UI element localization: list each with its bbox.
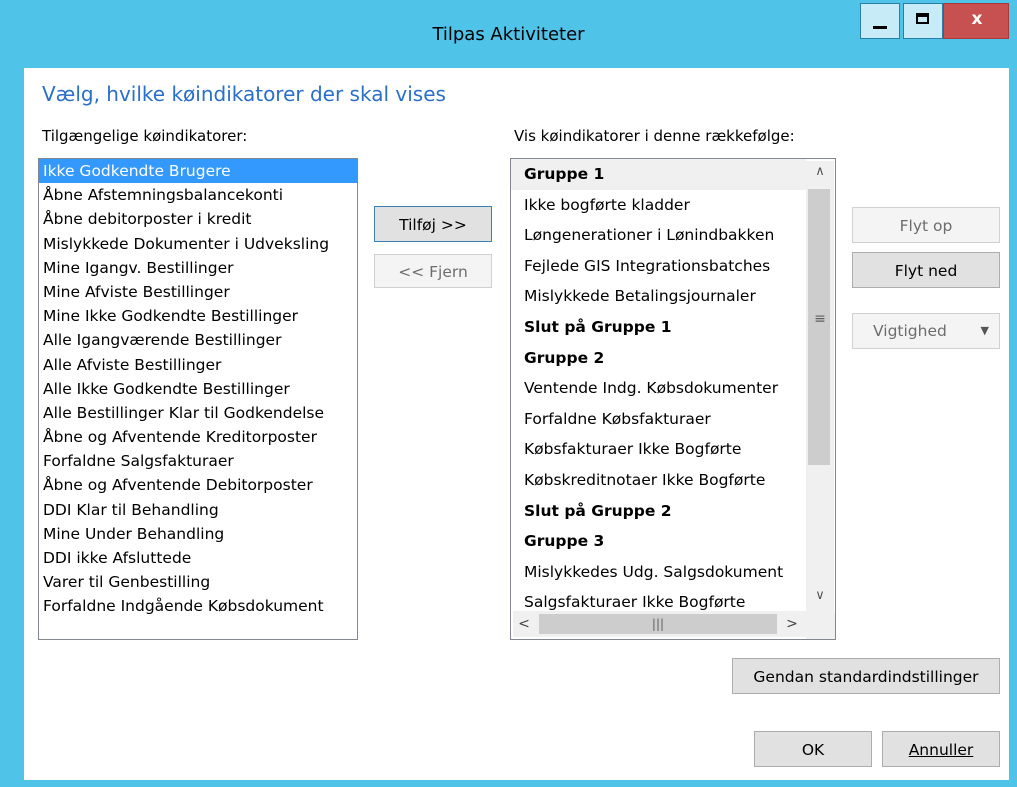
available-list-item[interactable]: Alle Afviste Bestillinger — [39, 353, 357, 377]
available-list-item[interactable]: Åbne og Afventende Debitorposter — [39, 473, 357, 497]
order-list-item[interactable]: Købsfakturaer Ikke Bogførte — [511, 434, 806, 465]
available-label: Tilgængelige køindikatorer: — [42, 127, 248, 145]
order-list-item[interactable]: Mislykkedes Udg. Salgsdokument — [511, 557, 806, 588]
available-list-item[interactable]: Forfaldne Indgående Købsdokument — [39, 594, 357, 618]
remove-button[interactable]: << Fjern — [374, 254, 492, 288]
minimize-icon — [873, 26, 887, 29]
maximize-icon — [916, 13, 929, 24]
order-list-item[interactable]: Fejlede GIS Integrationsbatches — [511, 251, 806, 282]
scroll-grip-icon: ≡ — [814, 311, 826, 327]
order-list-item[interactable]: Købskreditnotaer Ikke Bogførte — [511, 465, 806, 496]
scroll-up-icon[interactable]: ∧ — [806, 161, 834, 183]
available-list-item[interactable]: Mine Ikke Godkendte Bestillinger — [39, 304, 357, 328]
available-list-item[interactable]: Alle Bestillinger Klar til Godkendelse — [39, 401, 357, 425]
available-list-item[interactable]: Mine Igangv. Bestillinger — [39, 256, 357, 280]
move-down-button[interactable]: Flyt ned — [852, 252, 1000, 288]
order-group-item[interactable]: Gruppe 1 — [511, 159, 806, 190]
available-list-item[interactable]: Forfaldne Salgsfakturaer — [39, 449, 357, 473]
maximize-button[interactable] — [903, 3, 943, 39]
scroll-right-icon[interactable]: > — [781, 611, 803, 637]
scroll-left-icon[interactable]: < — [513, 611, 535, 637]
available-list-item[interactable]: Varer til Genbestilling — [39, 570, 357, 594]
move-up-button[interactable]: Flyt op — [852, 207, 1000, 243]
hscroll-grip-icon: ||| — [651, 617, 665, 631]
available-list-item[interactable]: Mine Afviste Bestillinger — [39, 280, 357, 304]
order-label: Vis køindikatorer i denne rækkefølge: — [514, 127, 795, 145]
available-list-item[interactable]: DDI Klar til Behandling — [39, 498, 357, 522]
available-list-item[interactable]: Åbne debitorposter i kredit — [39, 207, 357, 231]
priority-dropdown[interactable]: Vigtighed ▼ — [852, 313, 1000, 349]
order-list-viewport: Gruppe 1 Ikke bogførte kladder Løngenerati… — [511, 159, 806, 613]
available-list-item[interactable]: Alle Ikke Godkendte Bestillinger — [39, 377, 357, 401]
available-listbox[interactable]: Ikke Godkendte Brugere Åbne Afstemningsba… — [38, 158, 358, 640]
available-list-item[interactable]: Åbne og Afventende Kreditorposter — [39, 425, 357, 449]
horizontal-scroll-thumb[interactable]: ||| — [539, 614, 777, 634]
dialog-heading: Vælg, hvilke køindikatorer der skal vise… — [42, 82, 446, 106]
vertical-scroll-thumb[interactable] — [808, 189, 830, 465]
horizontal-scrollbar[interactable]: < ||| > — [513, 611, 806, 637]
order-list-item[interactable]: Forfaldne Købsfakturaer — [511, 404, 806, 435]
title-bar[interactable]: Tilpas Aktiviteter x — [0, 0, 1017, 68]
order-group-item[interactable]: Gruppe 2 — [511, 343, 806, 374]
order-group-item[interactable]: Slut på Gruppe 2 — [511, 496, 806, 527]
close-button[interactable]: x — [943, 3, 1009, 39]
order-list-item[interactable]: Ventende Indg. Købsdokumenter — [511, 373, 806, 404]
scroll-corner — [806, 613, 835, 639]
add-button[interactable]: Tilføj >> — [374, 206, 492, 242]
available-list-item[interactable]: Mislykkede Dokumenter i Udveksling — [39, 232, 357, 256]
order-list-item[interactable]: Mislykkede Betalingsjournaler — [511, 281, 806, 312]
available-list-item[interactable]: DDI ikke Afsluttede — [39, 546, 357, 570]
ok-button[interactable]: OK — [754, 731, 872, 767]
order-list-item[interactable]: Ikke bogførte kladder — [511, 190, 806, 221]
order-list-item[interactable]: Løngenerationer i Lønindbakken — [511, 220, 806, 251]
restore-defaults-button[interactable]: Gendan standardindstillinger — [732, 658, 1000, 694]
order-group-item[interactable]: Gruppe 3 — [511, 526, 806, 557]
order-listbox[interactable]: Gruppe 1 Ikke bogførte kladder Løngenerati… — [510, 158, 836, 640]
order-group-item[interactable]: Slut på Gruppe 1 — [511, 312, 806, 343]
available-list-item[interactable]: Ikke Godkendte Brugere — [39, 159, 357, 184]
available-list-item[interactable]: Mine Under Behandling — [39, 522, 357, 546]
minimize-button[interactable] — [860, 3, 900, 39]
order-list-item[interactable]: Salgsfakturaer Ikke Bogførte — [511, 587, 806, 613]
priority-label: Vigtighed — [873, 322, 947, 340]
cancel-button[interactable]: Annuller — [882, 731, 1000, 767]
available-list-item[interactable]: Åbne Afstemningsbalancekonti — [39, 183, 357, 207]
close-icon: x — [971, 9, 983, 29]
vertical-scrollbar[interactable]: ∧ ≡ ∨ — [806, 161, 834, 613]
scroll-down-icon[interactable]: ∨ — [806, 585, 834, 607]
chevron-down-icon: ▼ — [980, 324, 989, 337]
available-list-item[interactable]: Alle Igangværende Bestillinger — [39, 328, 357, 352]
